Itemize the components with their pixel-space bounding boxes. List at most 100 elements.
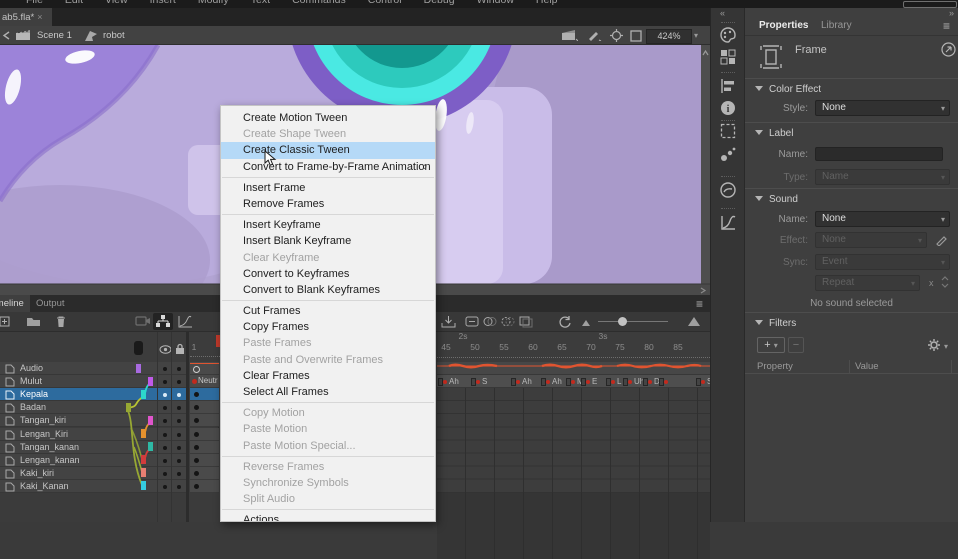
frame-cell[interactable]	[190, 414, 219, 427]
empty-frames-grid[interactable]	[437, 388, 710, 493]
menu-view[interactable]: View	[105, 0, 128, 8]
style-dropdown[interactable]: None▾	[815, 100, 950, 116]
menu-item-convert-to-keyframes[interactable]: Convert to Keyframes	[221, 266, 435, 282]
menu-commands[interactable]: Commands	[292, 0, 346, 8]
zoom-dropdown-icon[interactable]: ▾	[694, 31, 698, 40]
panel-menu-icon[interactable]: ≡	[943, 19, 950, 33]
timeline-zoom-slider-knob[interactable]	[618, 317, 627, 326]
new-folder-icon[interactable]	[26, 315, 41, 328]
menu-item-insert-blank-keyframe[interactable]: Insert Blank Keyframe	[221, 233, 435, 249]
visibility-dot[interactable]	[163, 367, 167, 371]
visibility-dot[interactable]	[163, 485, 167, 489]
tab-timeline[interactable]: Timeline	[0, 295, 30, 312]
visibility-dot[interactable]	[163, 433, 167, 437]
menu-text[interactable]: Text	[251, 0, 270, 8]
layer-row-tangan-kiri[interactable]: Tangan_kiri	[0, 414, 186, 427]
menu-item-convert-to-blank-keyframes[interactable]: Convert to Blank Keyframes	[221, 282, 435, 298]
repeat-stepper-icon[interactable]	[941, 276, 949, 288]
history-graph-icon[interactable]	[719, 214, 737, 232]
lock-dot[interactable]	[177, 380, 181, 384]
frame-cell-mulut[interactable]: Neutr	[190, 375, 219, 388]
frames-row-audio[interactable]	[437, 362, 710, 375]
layer-row-mulut[interactable]: Mulut	[0, 375, 186, 388]
menu-item-insert-frame[interactable]: Insert Frame	[221, 180, 435, 196]
ease-graph-icon[interactable]	[178, 315, 193, 328]
frames-area[interactable]: 2s 3s 45 50 55 60 65 70 75 80 85 Ah S Ah	[437, 332, 710, 522]
align-panel-icon[interactable]	[719, 77, 737, 95]
onion-skin-outline-icon[interactable]	[501, 315, 515, 328]
visibility-dot[interactable]	[163, 406, 167, 410]
loop-range-icon[interactable]	[465, 315, 479, 328]
visibility-dot[interactable]	[163, 446, 167, 450]
menu-window[interactable]: Window	[477, 0, 514, 8]
delete-layer-icon[interactable]	[55, 315, 67, 328]
layer-row-kaki-kanan[interactable]: Kaki_Kanan	[0, 480, 186, 493]
layer-row-badan[interactable]: Badan	[0, 401, 186, 414]
lock-dot[interactable]	[177, 485, 181, 489]
transform-panel-icon[interactable]	[719, 122, 737, 140]
lock-dot[interactable]	[177, 433, 181, 437]
visibility-dot[interactable]	[163, 393, 167, 397]
add-filter-button[interactable]: + ▾	[757, 337, 785, 353]
creative-cloud-icon[interactable]	[719, 181, 737, 199]
menu-item-select-all-frames[interactable]: Select All Frames	[221, 384, 435, 400]
frame-cell[interactable]	[190, 428, 219, 441]
frames-column-1[interactable]: Neutr	[190, 362, 219, 493]
zoom-level-field[interactable]: 424%	[646, 29, 692, 44]
reset-zoom-icon[interactable]	[558, 315, 572, 329]
section-label[interactable]: Label	[755, 128, 793, 139]
layer-row-kepala-selected[interactable]: Kepala	[0, 388, 186, 401]
section-filters[interactable]: Filters	[755, 318, 796, 329]
document-tab[interactable]: ab5.fla*×	[0, 8, 52, 26]
clip-content-icon[interactable]	[630, 30, 642, 42]
collapse-dock-icon[interactable]: «	[720, 8, 725, 18]
onion-skin-icon[interactable]	[483, 315, 497, 328]
menu-item-actions[interactable]: Actions	[221, 512, 435, 522]
remove-filter-button[interactable]: −	[788, 337, 804, 353]
expand-panel-icon[interactable]: »	[949, 8, 954, 18]
color-palette-icon[interactable]	[719, 26, 737, 44]
lock-dot[interactable]	[177, 459, 181, 463]
parenting-view-toggle[interactable]	[153, 313, 173, 330]
visibility-dot[interactable]	[163, 459, 167, 463]
back-arrow-icon[interactable]	[2, 31, 10, 40]
breadcrumb-scene[interactable]: Scene 1	[37, 26, 72, 45]
swatches-icon[interactable]	[719, 48, 737, 66]
menu-item-clear-frames[interactable]: Clear Frames	[221, 368, 435, 384]
frames-row-mulut[interactable]: Ah S Ah Ah M E L Uh D S	[437, 375, 710, 388]
layer-row-kaki-kiri[interactable]: Kaki_kiri	[0, 467, 186, 480]
frame-cell-audio[interactable]	[190, 362, 219, 375]
timeline-panel-menu-icon[interactable]: ≡	[696, 297, 703, 311]
menu-help[interactable]: Help	[536, 0, 558, 8]
layer-row-audio[interactable]: Audio	[0, 362, 186, 375]
menu-debug[interactable]: Debug	[424, 0, 455, 8]
menu-item-remove-frames[interactable]: Remove Frames	[221, 196, 435, 212]
info-panel-icon[interactable]: i	[719, 99, 737, 117]
frame-cell[interactable]	[190, 454, 219, 467]
lock-dot[interactable]	[177, 406, 181, 410]
label-name-input[interactable]	[815, 147, 943, 161]
particles-panel-icon[interactable]	[719, 146, 737, 164]
layer-row-lengan-kanan[interactable]: Lengan_kanan	[0, 454, 186, 467]
timeline-ruler[interactable]: 2s 3s 45 50 55 60 65 70 75 80 85	[437, 332, 710, 362]
breadcrumb-symbol[interactable]: robot	[103, 26, 125, 45]
frame-cell[interactable]	[190, 467, 219, 480]
frame-cell[interactable]	[190, 480, 219, 493]
zoom-in-frames-icon[interactable]	[688, 317, 700, 326]
lock-dot[interactable]	[177, 472, 181, 476]
export-frame-icon[interactable]	[441, 315, 456, 328]
menu-item-convert-frame-by-frame[interactable]: Convert to Frame-by-Frame Animation›	[221, 159, 435, 175]
edit-symbols-icon[interactable]	[587, 30, 602, 41]
menu-modify[interactable]: Modify	[198, 0, 229, 8]
visibility-dot[interactable]	[163, 472, 167, 476]
zoom-out-frames-icon[interactable]	[582, 320, 590, 326]
lock-dot[interactable]	[177, 419, 181, 423]
visibility-dot[interactable]	[163, 419, 167, 423]
frame-cell-kepala-selected[interactable]	[190, 388, 219, 401]
edit-multiple-frames-icon[interactable]	[519, 315, 533, 328]
menu-item-cut-frames[interactable]: Cut Frames	[221, 303, 435, 319]
frame-cell[interactable]	[190, 401, 219, 414]
lock-dot[interactable]	[177, 367, 181, 371]
frame-cell[interactable]	[190, 441, 219, 454]
gear-dropdown-icon[interactable]: ▾	[944, 342, 948, 351]
